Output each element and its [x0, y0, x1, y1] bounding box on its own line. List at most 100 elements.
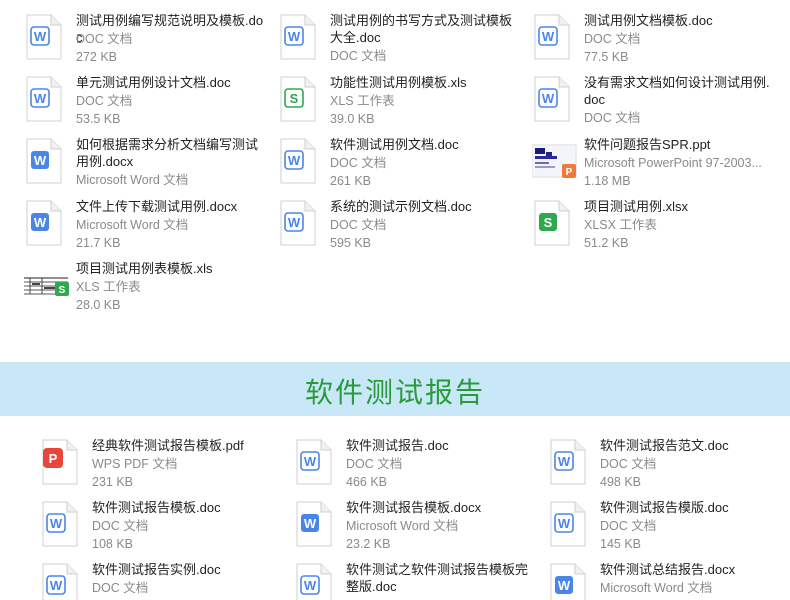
file-item[interactable]: W 软件测试报告实例.doc DOC 文档	[40, 563, 290, 600]
file-size: 23.2 KB	[346, 537, 391, 551]
file-type: XLSX 工作表	[584, 218, 657, 232]
excel-xlsx-icon: S	[532, 200, 572, 246]
word-doc-icon: W	[294, 439, 334, 485]
file-type: DOC 文档	[330, 218, 387, 232]
file-item[interactable]: W 测试用例的书写方式及测试模板大全.doc DOC 文档	[278, 13, 528, 72]
file-name: 经典软件测试报告模板.pdf	[92, 438, 244, 453]
file-type: DOC 文档	[92, 519, 149, 533]
file-type: DOC 文档	[584, 111, 641, 125]
file-name: 功能性测试用例模板.xls	[330, 75, 467, 90]
file-name: 软件测试报告范文.doc	[600, 438, 729, 453]
file-name: 如何根据需求分析文档编写测试用例.docx	[76, 137, 259, 169]
file-item[interactable]: W 单元测试用例设计文档.doc DOC 文档 53.5 KB	[24, 75, 274, 134]
file-size: 595 KB	[330, 236, 372, 250]
file-name: 软件测试报告模版.doc	[600, 500, 729, 515]
file-type: Microsoft Word 文档	[76, 173, 189, 187]
file-type: DOC 文档	[600, 457, 657, 471]
word-doc-icon: W	[548, 501, 588, 547]
word-docx-icon: W	[24, 138, 64, 184]
file-size: 21.7 KB	[76, 236, 121, 250]
file-size: 272 KB	[76, 50, 118, 64]
section-banner: 软件测试报告	[0, 362, 790, 416]
word-doc-icon: W	[532, 76, 572, 122]
file-item[interactable]: W 软件测试用例文档.doc DOC 文档 261 KB	[278, 137, 528, 196]
word-docx-icon: W	[24, 200, 64, 246]
file-type: DOC 文档	[76, 94, 133, 108]
file-size: 51.2 KB	[584, 236, 629, 250]
word-doc-icon: W	[40, 563, 80, 600]
file-item[interactable]: W 软件测试报告模板.docx Microsoft Word 文档 23.2 K…	[294, 500, 544, 559]
file-item[interactable]: W 没有需求文档如何设计测试用例.doc DOC 文档	[532, 75, 782, 134]
word-docx-icon: W	[548, 563, 588, 600]
word-doc-icon: W	[548, 439, 588, 485]
file-name: 项目测试用例.xlsx	[584, 199, 689, 214]
file-type: WPS PDF 文档	[92, 457, 178, 471]
xls-thumbnail-icon: S	[24, 262, 69, 308]
file-item[interactable]: P 软件问题报告SPR.ppt Microsoft PowerPoint 97-…	[531, 137, 782, 196]
file-name: 软件测试报告实例.doc	[92, 563, 221, 577]
file-size: 1.18 MB	[584, 174, 631, 188]
file-name: 项目测试用例表模板.xls	[76, 261, 213, 276]
file-size: 145 KB	[600, 537, 642, 551]
file-name: 单元测试用例设计文档.doc	[76, 75, 231, 90]
svg-text:P: P	[566, 167, 573, 178]
word-doc-icon: W	[294, 563, 334, 600]
file-name: 软件测试之软件测试报告模板完整版.doc	[346, 563, 529, 594]
file-item[interactable]: W 软件测试报告模板.doc DOC 文档 108 KB	[40, 500, 290, 559]
section-title: 软件测试报告	[304, 376, 485, 409]
file-item[interactable]: W 测试用例文档模板.doc DOC 文档 77.5 KB	[532, 13, 782, 72]
file-size: 231 KB	[92, 475, 134, 489]
file-size: 498 KB	[600, 475, 642, 489]
file-name: 系统的测试示例文档.doc	[330, 199, 472, 214]
excel-sheet-icon: S	[278, 76, 318, 122]
svg-text:W: W	[558, 578, 571, 593]
svg-text:W: W	[288, 215, 301, 230]
file-type: XLS 工作表	[76, 280, 141, 294]
svg-text:W: W	[542, 91, 555, 106]
svg-text:W: W	[304, 516, 317, 531]
file-item[interactable]: W 测试用例编写规范说明及模板.doc DOC 文档 272 KB	[24, 13, 274, 72]
file-item[interactable]: W 软件测试总结报告.docx Microsoft Word 文档	[548, 563, 790, 600]
file-item[interactable]: W 软件测试报告模版.doc DOC 文档 145 KB	[548, 500, 790, 559]
file-name: 软件测试报告模板.doc	[92, 500, 221, 515]
word-doc-icon: W	[278, 138, 318, 184]
file-type: Microsoft PowerPoint 97-2003...	[584, 156, 762, 170]
word-doc-icon: W	[40, 501, 80, 547]
file-type: DOC 文档	[346, 457, 403, 471]
file-item[interactable]: S 功能性测试用例模板.xls XLS 工作表 39.0 KB	[278, 75, 528, 134]
word-docx-icon: W	[294, 501, 334, 547]
file-size: 77.5 KB	[584, 50, 629, 64]
file-item[interactable]: W 软件测试报告.doc DOC 文档 466 KB	[294, 438, 544, 497]
svg-text:S: S	[290, 91, 299, 106]
svg-text:S: S	[544, 215, 553, 230]
file-name: 软件测试用例文档.doc	[330, 137, 459, 152]
file-item[interactable]: W 文件上传下载测试用例.docx Microsoft Word 文档 21.7…	[24, 199, 274, 258]
svg-text:W: W	[50, 578, 63, 593]
svg-text:W: W	[34, 91, 47, 106]
file-item[interactable]: S 项目测试用例表模板.xls XLS 工作表 28.0 KB	[24, 261, 274, 320]
file-name: 软件测试报告.doc	[346, 438, 449, 453]
file-item[interactable]: S 项目测试用例.xlsx XLSX 工作表 51.2 KB	[532, 199, 782, 258]
file-item[interactable]: W 系统的测试示例文档.doc DOC 文档 595 KB	[278, 199, 528, 258]
file-type: DOC 文档	[92, 581, 149, 595]
word-doc-icon: W	[278, 200, 318, 246]
file-name: 文件上传下载测试用例.docx	[76, 199, 238, 214]
file-item[interactable]: W 软件测试报告范文.doc DOC 文档 498 KB	[548, 438, 790, 497]
svg-text:W: W	[304, 454, 317, 469]
file-type: XLS 工作表	[330, 94, 395, 108]
svg-text:W: W	[50, 516, 63, 531]
svg-text:W: W	[34, 29, 47, 44]
file-size: 53.5 KB	[76, 112, 121, 126]
file-item[interactable]: W 软件测试之软件测试报告模板完整版.doc	[294, 563, 544, 600]
svg-text:W: W	[34, 215, 47, 230]
file-item[interactable]: W 如何根据需求分析文档编写测试用例.docx Microsoft Word 文…	[24, 137, 274, 196]
word-doc-icon: W	[532, 14, 572, 60]
file-size: 39.0 KB	[330, 112, 375, 126]
word-doc-icon: W	[278, 14, 318, 60]
file-item[interactable]: P 经典软件测试报告模板.pdf WPS PDF 文档 231 KB	[40, 438, 290, 497]
file-name: 没有需求文档如何设计测试用例.doc	[584, 75, 770, 107]
file-type: DOC 文档	[584, 32, 641, 46]
file-size: 28.0 KB	[76, 298, 121, 312]
svg-text:W: W	[542, 29, 555, 44]
svg-text:W: W	[288, 29, 301, 44]
